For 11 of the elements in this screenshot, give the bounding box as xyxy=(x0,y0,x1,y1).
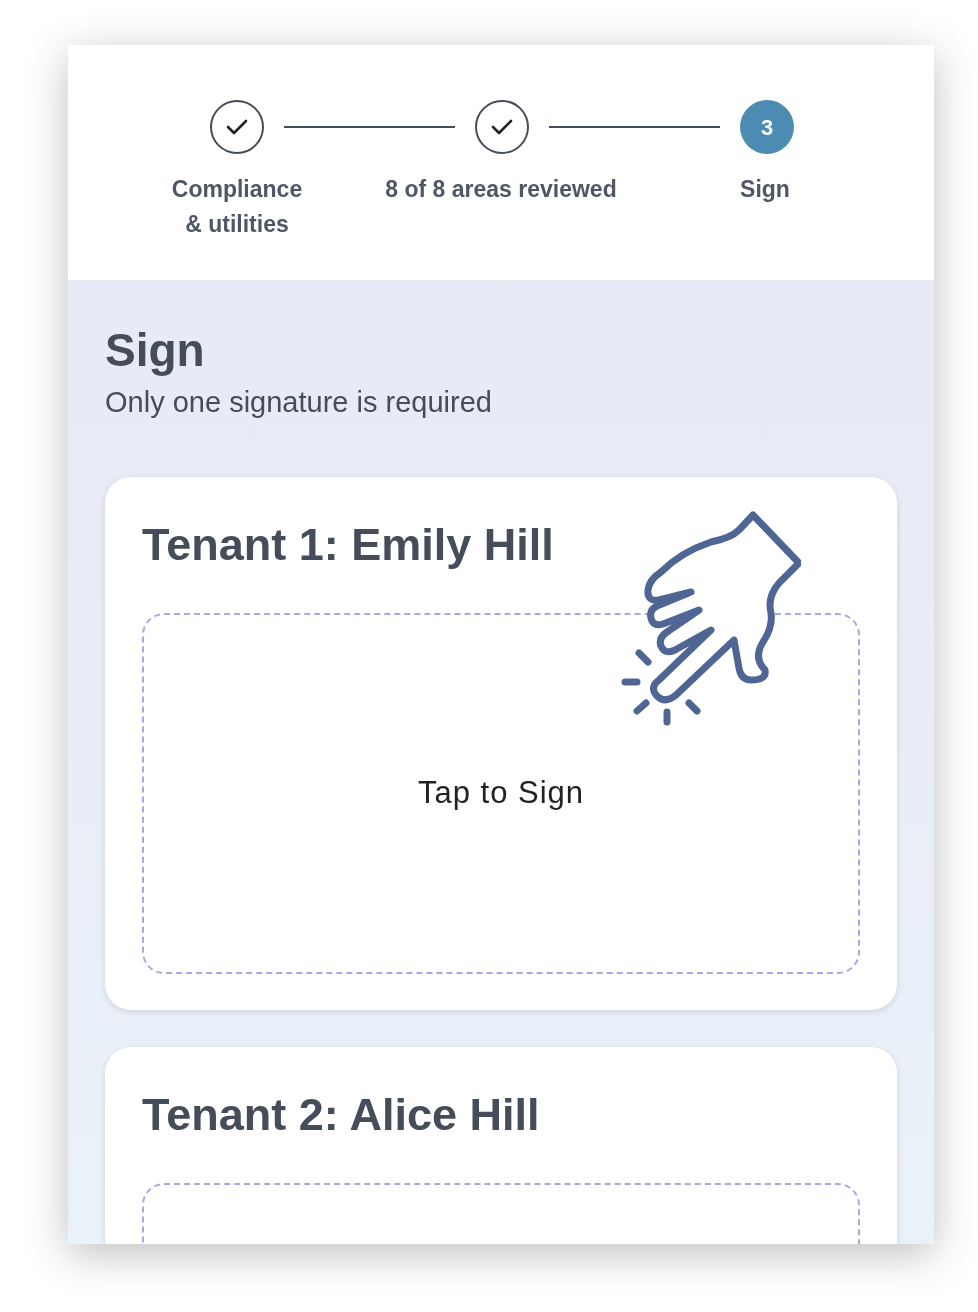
tenant-name: Tenant 1: Emily Hill xyxy=(142,518,555,572)
step-label: Compliance & utilities xyxy=(171,175,303,239)
step-label: 8 of 8 areas reviewed xyxy=(385,175,617,204)
page-subtitle: Only one signature is required xyxy=(105,385,492,420)
step-label: Sign xyxy=(740,175,790,204)
pointing-hand-icon xyxy=(619,510,801,727)
page-heading: Sign xyxy=(105,323,205,378)
tenant-name: Tenant 2: Alice Hill xyxy=(142,1088,541,1142)
check-icon xyxy=(491,119,513,135)
tap-to-sign-text: Tap to Sign xyxy=(417,774,585,813)
check-icon xyxy=(226,119,248,135)
